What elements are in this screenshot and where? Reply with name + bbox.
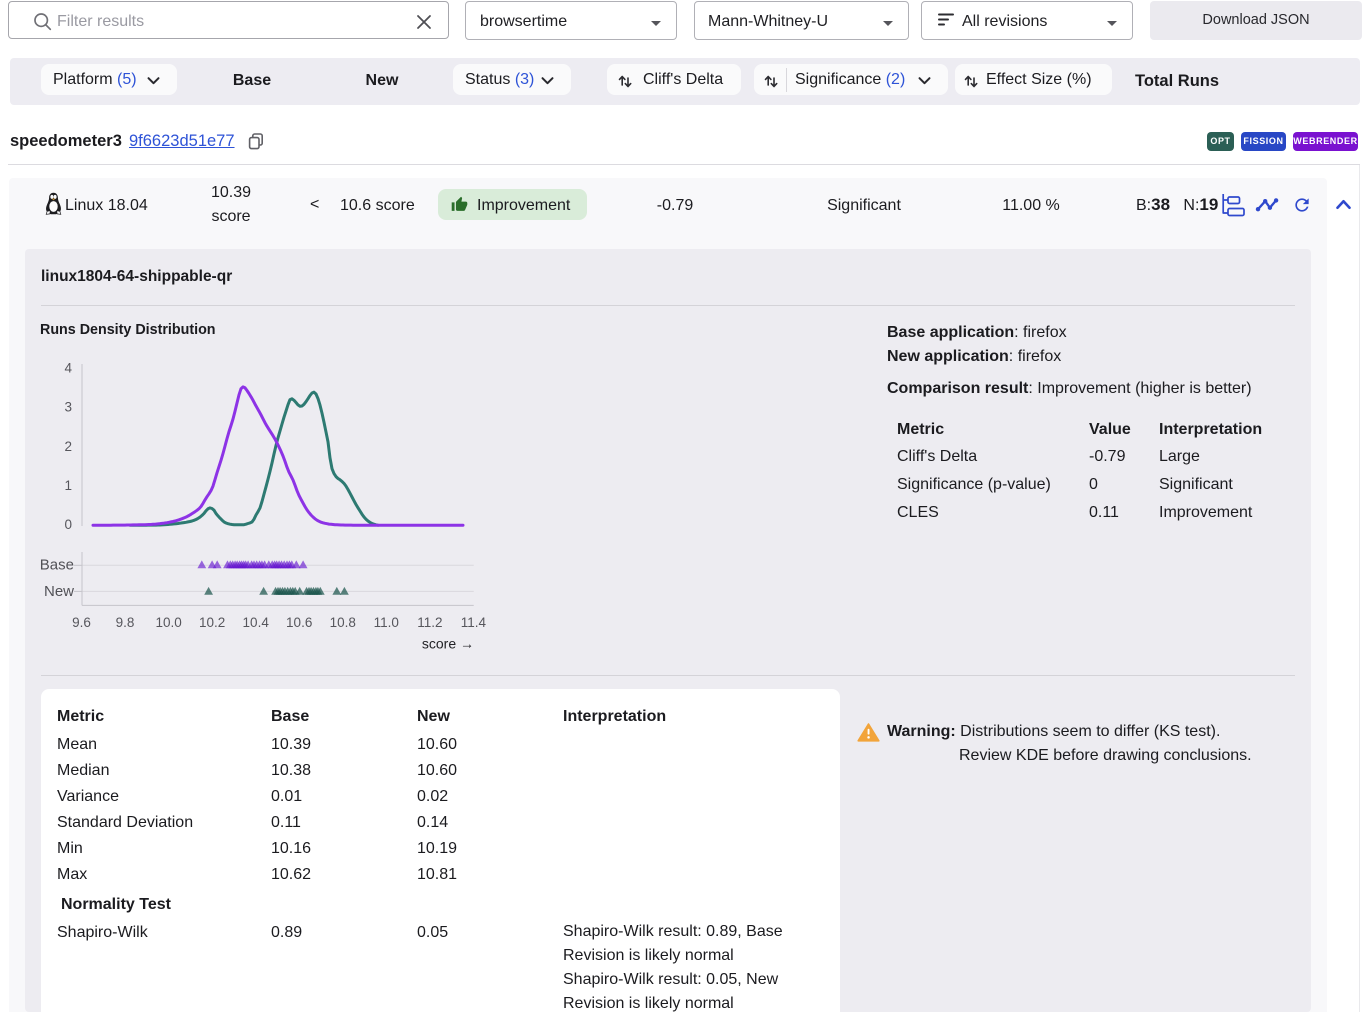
svg-text:10.8: 10.8: [330, 615, 356, 630]
svg-text:11.4: 11.4: [461, 615, 487, 630]
svg-text:10.4: 10.4: [243, 615, 270, 630]
svg-text:10.6: 10.6: [286, 615, 312, 630]
svg-text:0: 0: [64, 517, 72, 532]
svg-text:10.2: 10.2: [199, 615, 225, 630]
svg-text:3: 3: [64, 400, 72, 415]
svg-text:11.0: 11.0: [374, 615, 399, 630]
svg-text:2: 2: [64, 439, 72, 454]
svg-text:9.8: 9.8: [116, 615, 135, 630]
svg-text:score →: score →: [422, 636, 474, 652]
svg-text:11.2: 11.2: [417, 615, 442, 630]
svg-text:New: New: [44, 583, 74, 600]
svg-text:10.0: 10.0: [155, 615, 181, 630]
svg-text:Base: Base: [40, 557, 74, 574]
svg-text:4: 4: [64, 361, 72, 376]
svg-text:1: 1: [64, 478, 72, 493]
svg-text:9.6: 9.6: [72, 615, 91, 630]
